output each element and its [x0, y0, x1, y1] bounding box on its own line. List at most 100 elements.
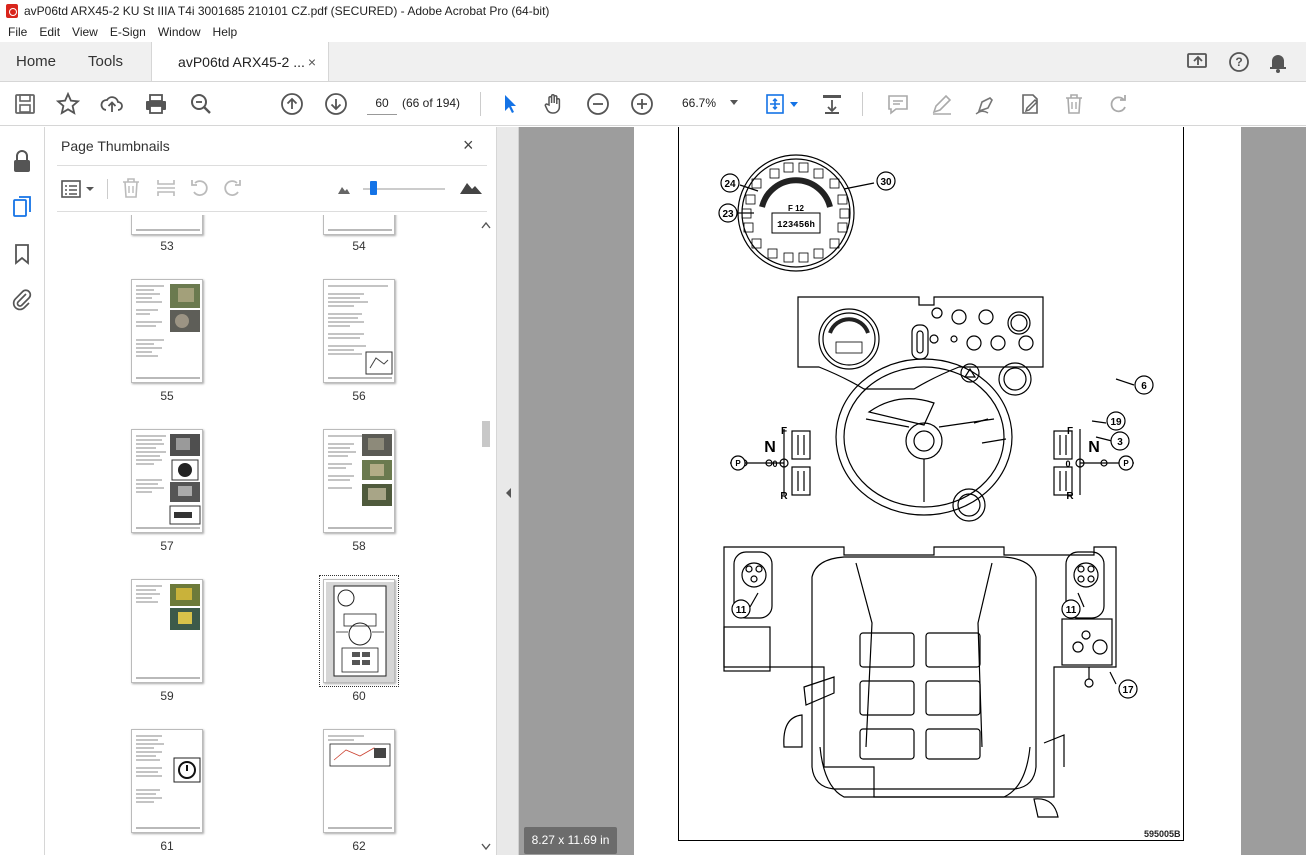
document-viewer[interactable]: 24 30 23 6 19 3 11 11 17 P P F 12 123456… — [519, 127, 1306, 855]
attachments-paperclip-icon[interactable] — [12, 287, 32, 311]
save-icon[interactable] — [13, 92, 37, 116]
thumbnail-preview — [328, 434, 392, 529]
window-title: avP06td ARX45-2 KU St IIIA T4i 3001685 2… — [24, 4, 550, 18]
thumbnail-preview — [328, 735, 392, 829]
scroll-up-icon[interactable] — [481, 221, 491, 229]
menu-file[interactable]: File — [2, 25, 33, 39]
upload-cloud-icon[interactable] — [100, 92, 124, 116]
fit-page-dropdown-icon[interactable] — [790, 102, 798, 108]
thumbnail-preview — [136, 229, 200, 231]
thumbnail-page[interactable] — [131, 579, 203, 683]
thumbnail-label: 55 — [160, 389, 174, 403]
scrollbar-thumb[interactable] — [482, 421, 490, 447]
header-right-icons: ? — [1186, 42, 1306, 81]
sign-pen-icon[interactable] — [974, 92, 998, 116]
bookmark-star-icon[interactable] — [56, 92, 80, 116]
menu-help[interactable]: Help — [207, 25, 244, 39]
delete-pages-icon[interactable] — [121, 177, 141, 199]
document-figure-code: 595005B — [1144, 829, 1181, 839]
tab-tools[interactable]: Tools — [72, 42, 139, 81]
left-navigation-rail — [0, 127, 45, 855]
help-icon[interactable]: ? — [1228, 51, 1250, 73]
thumbnail-page-selected[interactable] — [319, 575, 399, 687]
extract-pages-icon[interactable] — [155, 177, 177, 199]
thumbnail-preview — [136, 284, 200, 379]
page-count-label: (66 of 194) — [402, 96, 461, 110]
callout-label: 11 — [1066, 605, 1077, 616]
zoom-out-icon[interactable] — [586, 92, 610, 116]
delete-trash-icon[interactable] — [1062, 92, 1086, 116]
panel-collapse-strip[interactable] — [497, 127, 519, 855]
main-toolbar — [0, 82, 1306, 126]
next-page-icon[interactable] — [324, 92, 348, 116]
callout-label: 19 — [1110, 417, 1122, 428]
tab-home[interactable]: Home — [0, 42, 72, 81]
edit-document-icon[interactable] — [1018, 92, 1042, 116]
thumbnail-page[interactable] — [131, 215, 203, 235]
panel-divider — [57, 165, 487, 166]
notifications-bell-icon[interactable] — [1268, 51, 1288, 73]
menu-view[interactable]: View — [66, 25, 104, 39]
slider-handle[interactable] — [370, 181, 377, 195]
search-zoom-icon[interactable] — [189, 92, 213, 116]
rotate-counterclockwise-icon[interactable] — [189, 177, 211, 199]
thumbnail-page[interactable] — [323, 279, 395, 383]
close-panel-icon[interactable]: × — [463, 135, 474, 156]
forward-label: F — [1067, 426, 1073, 437]
page-number-input[interactable]: 60 — [367, 91, 397, 115]
menu-esign[interactable]: E-Sign — [104, 25, 152, 39]
thumbnail-preview — [328, 285, 393, 379]
thumbnail-page[interactable] — [323, 729, 395, 833]
tab-document[interactable]: avP06td ARX45-2 ... × — [151, 42, 330, 81]
menu-window[interactable]: Window — [152, 25, 207, 39]
collapse-panel-arrow-icon[interactable] — [504, 487, 512, 499]
park-label: P — [1123, 459, 1129, 468]
thumbnail-page[interactable] — [323, 215, 395, 235]
page-thumbnails-icon[interactable] — [12, 195, 34, 219]
thumbnail-label: 61 — [160, 839, 174, 853]
reverse-label: R — [780, 491, 788, 502]
thumbnail-label: 54 — [352, 239, 366, 253]
comment-icon[interactable] — [886, 92, 910, 116]
callout-label: 3 — [1117, 437, 1123, 448]
document-tab-label: avP06td ARX45-2 ... — [178, 53, 305, 70]
lock-security-icon[interactable] — [12, 149, 32, 173]
fit-page-icon[interactable] — [764, 92, 788, 116]
panel-toolbar-divider — [107, 179, 108, 199]
bookmarks-icon[interactable] — [14, 243, 30, 265]
zero-label: 0 — [1065, 459, 1070, 469]
scroll-down-icon[interactable] — [481, 843, 491, 851]
callout-label: 30 — [880, 177, 892, 188]
thumbnail-options-icon[interactable] — [61, 179, 97, 199]
neutral-label: N — [1088, 439, 1100, 456]
highlight-pen-icon[interactable] — [930, 92, 954, 116]
scrolling-mode-icon[interactable] — [820, 92, 844, 116]
thumbnail-label: 62 — [352, 839, 366, 853]
menu-edit[interactable]: Edit — [33, 25, 66, 39]
share-screen-icon[interactable] — [1186, 51, 1210, 73]
select-cursor-icon[interactable] — [498, 92, 522, 116]
tab-bar: Home Tools avP06td ARX45-2 ... × ? — [0, 42, 1306, 82]
thumbnail-scrollbar[interactable] — [479, 215, 493, 855]
hour-meter-readout: 123456h — [777, 220, 815, 230]
previous-page-icon[interactable] — [280, 92, 304, 116]
zoom-level-value: 66.7% — [682, 96, 717, 110]
thumbnail-label: 59 — [160, 689, 174, 703]
thumbnail-page[interactable] — [131, 279, 203, 383]
thumbnail-page[interactable] — [131, 429, 203, 533]
small-thumbnail-icon[interactable] — [337, 183, 351, 195]
callout-label: 24 — [724, 179, 736, 190]
rotate-clockwise-icon[interactable] — [221, 177, 243, 199]
zero-label: 0 — [772, 459, 777, 469]
redo-icon[interactable] — [1106, 92, 1130, 116]
print-icon[interactable] — [144, 92, 168, 116]
thumbnail-page[interactable] — [131, 729, 203, 833]
large-thumbnail-icon[interactable] — [459, 179, 483, 195]
close-tab-icon[interactable]: × — [308, 54, 316, 70]
zoom-level-select[interactable]: 66.7% — [672, 91, 744, 115]
page-size-badge: 8.27 x 11.69 in — [524, 827, 617, 854]
callout-label: 6 — [1141, 381, 1147, 392]
thumbnail-page[interactable] — [323, 429, 395, 533]
hand-pan-icon[interactable] — [542, 92, 566, 116]
zoom-in-icon[interactable] — [630, 92, 654, 116]
